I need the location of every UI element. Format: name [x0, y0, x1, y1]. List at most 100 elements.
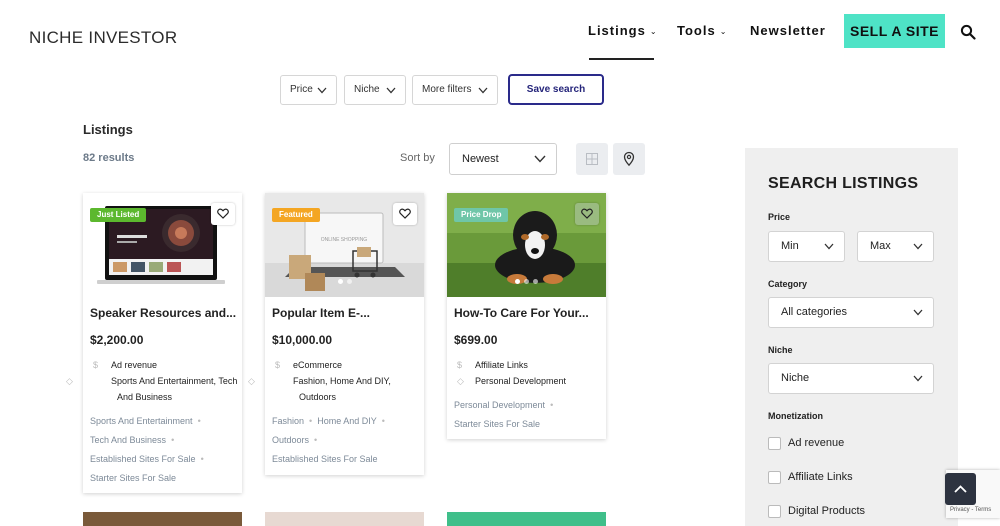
checkbox-label: Affiliate Links: [788, 471, 853, 483]
recaptcha-links[interactable]: Privacy - Terms: [950, 507, 991, 513]
tag-link[interactable]: Sports And Entertainment: [90, 416, 193, 426]
chevron-down-icon: ⌄: [649, 27, 658, 36]
listing-card-peek[interactable]: [83, 512, 242, 526]
image-carousel-dots[interactable]: [447, 271, 606, 289]
listing-card[interactable]: Price Drop How-To Care For Your... $699.…: [447, 193, 606, 439]
listing-price: $699.00: [454, 333, 498, 347]
checkbox[interactable]: [768, 504, 781, 518]
svg-text:ONLINE SHOPPING: ONLINE SHOPPING: [321, 237, 368, 243]
tag-icon: ◇: [457, 376, 464, 386]
chevron-down-icon: [534, 155, 546, 163]
listing-niche: ◇ Personal Development: [454, 373, 604, 389]
checkbox-label: Digital Products: [788, 505, 866, 517]
price-max-select[interactable]: Max: [857, 231, 934, 262]
chevron-down-icon: [824, 243, 834, 250]
tag-link[interactable]: Home And DIY: [317, 416, 377, 426]
heart-icon: [399, 208, 411, 219]
monetization-label: Monetization: [768, 411, 823, 421]
listing-title[interactable]: Popular Item E-...: [272, 306, 370, 320]
filter-price[interactable]: Price: [280, 75, 337, 105]
listing-price: $10,000.00: [272, 333, 333, 347]
listing-monetization: $ eCommerce: [272, 357, 422, 373]
heart-icon: [581, 208, 593, 219]
tag-link[interactable]: Established Sites For Sale: [272, 454, 378, 464]
tag-link[interactable]: Tech And Business: [90, 435, 166, 445]
site-logo[interactable]: NICHE INVESTOR: [29, 28, 177, 48]
tag-link[interactable]: Starter Sites For Sale: [454, 419, 540, 429]
tag-link[interactable]: Fashion: [272, 416, 304, 426]
save-search-button[interactable]: Save search: [508, 74, 604, 105]
checkbox-digital-products[interactable]: Digital Products: [768, 504, 865, 518]
tag-link[interactable]: Starter Sites For Sale: [90, 473, 176, 483]
filter-niche[interactable]: Niche: [344, 75, 406, 105]
sort-label: Sort by: [400, 152, 435, 164]
map-view-button[interactable]: [613, 143, 645, 175]
monetization-text: Affiliate Links: [475, 360, 528, 370]
search-icon[interactable]: [960, 24, 976, 40]
listing-card-peek[interactable]: [447, 512, 606, 526]
price-max-value: Max: [870, 240, 891, 252]
tag-link[interactable]: Outdoors: [272, 435, 309, 445]
heart-icon: [217, 208, 229, 219]
sort-select[interactable]: Newest: [449, 143, 557, 175]
nav-newsletter[interactable]: Newsletter: [750, 23, 826, 39]
listing-image[interactable]: Price Drop: [447, 193, 606, 297]
checkbox-ad-revenue[interactable]: Ad revenue: [768, 436, 844, 450]
niche-label: Niche: [768, 345, 793, 355]
listing-price: $2,200.00: [90, 333, 144, 347]
category-value: All categories: [781, 306, 848, 318]
listing-card-peek[interactable]: [265, 512, 424, 526]
back-to-top-button[interactable]: [945, 473, 976, 505]
checkbox-affiliate-links[interactable]: Affiliate Links: [768, 470, 853, 484]
nav-listings[interactable]: Listings ⌄: [588, 23, 658, 39]
niche-select[interactable]: Niche: [768, 363, 934, 394]
niche-text: Fashion, Home And DIY, Outdoors: [293, 376, 391, 402]
listing-card[interactable]: Just Listed Speaker Resources and... $2,…: [66, 193, 242, 493]
tag-icon: ◇: [66, 376, 73, 386]
filter-price-label: Price: [290, 84, 313, 95]
listing-image[interactable]: ONLINE SHOPPING Featured: [265, 193, 424, 297]
favorite-button[interactable]: [211, 203, 235, 225]
grid-view-button[interactable]: [576, 143, 608, 175]
grid-icon: [586, 153, 598, 165]
nav-listings-label: Listings: [588, 23, 646, 38]
badge-price-drop: Price Drop: [454, 208, 509, 222]
listing-monetization: $ Affiliate Links: [454, 357, 604, 373]
sell-a-site-button[interactable]: SELL A SITE: [844, 14, 945, 48]
chevron-up-icon: [954, 485, 967, 493]
listing-monetization: $ Ad revenue: [90, 357, 240, 373]
chevron-down-icon: [913, 243, 923, 250]
filter-more[interactable]: More filters: [412, 75, 498, 105]
badge-just-listed: Just Listed: [90, 208, 147, 222]
site-header: NICHE INVESTOR Listings ⌄ Tools ⌄ Newslett…: [0, 0, 1000, 64]
favorite-button[interactable]: [575, 203, 599, 225]
nav-newsletter-label: Newsletter: [750, 23, 826, 38]
listing-tags: Fashion • Home And DIY • Outdoors • Establi…: [272, 416, 385, 464]
chevron-down-icon: [478, 87, 488, 94]
badge-featured: Featured: [272, 208, 320, 222]
niche-text: Sports And Entertainment, Tech And Busin…: [111, 376, 238, 402]
listings-title: Listings: [83, 122, 133, 137]
price-label: Price: [768, 212, 791, 222]
tag-link[interactable]: Personal Development: [454, 400, 545, 410]
listing-niche: ◇ Fashion, Home And DIY, Outdoors: [248, 373, 422, 405]
checkbox[interactable]: [768, 436, 781, 450]
image-carousel-dots[interactable]: [265, 271, 424, 289]
nav-tools-label: Tools: [677, 23, 716, 38]
price-min-select[interactable]: Min: [768, 231, 845, 262]
filter-niche-label: Niche: [354, 84, 380, 95]
chevron-down-icon: [317, 87, 327, 94]
nav-tools[interactable]: Tools ⌄: [677, 23, 727, 39]
listing-card[interactable]: ONLINE SHOPPING Featured Popular Item E-…: [248, 193, 424, 475]
listing-title[interactable]: Speaker Resources and...: [90, 306, 236, 320]
favorite-button[interactable]: [393, 203, 417, 225]
monetization-text: Ad revenue: [111, 360, 158, 370]
category-label: Category: [768, 279, 808, 289]
sidebar-title: SEARCH LISTINGS: [768, 175, 919, 192]
checkbox[interactable]: [768, 470, 781, 484]
listing-title[interactable]: How-To Care For Your...: [454, 306, 589, 320]
chevron-down-icon: [913, 375, 923, 382]
category-select[interactable]: All categories: [768, 297, 934, 328]
listing-image[interactable]: Just Listed: [83, 193, 242, 297]
tag-link[interactable]: Established Sites For Sale: [90, 454, 196, 464]
